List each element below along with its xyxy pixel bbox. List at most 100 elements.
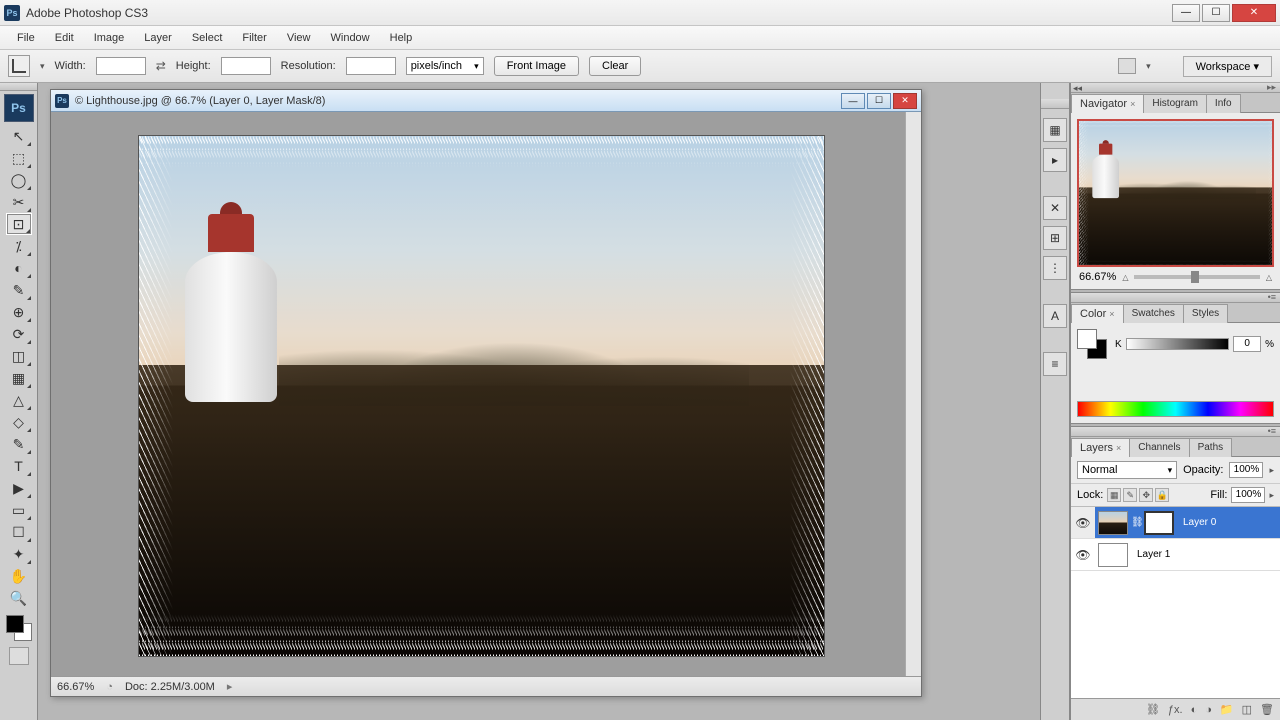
menu-edit[interactable]: Edit <box>46 29 83 47</box>
link-layers-icon[interactable]: ⛓ <box>1146 703 1160 716</box>
document-maximize-button[interactable]: ☐ <box>867 93 891 109</box>
width-input[interactable] <box>96 57 146 75</box>
clone-stamp-tool[interactable]: ⊕ <box>6 301 32 323</box>
pen-tool[interactable]: ✎ <box>6 433 32 455</box>
color-slider[interactable] <box>1126 338 1229 350</box>
resolution-input[interactable] <box>346 57 396 75</box>
dock-icon-4[interactable]: ⊞ <box>1043 226 1067 250</box>
tab-navigator[interactable]: Navigator× <box>1071 94 1144 113</box>
menu-image[interactable]: Image <box>85 29 134 47</box>
document-size-readout[interactable]: Doc: 2.25M/3.00M <box>125 681 215 693</box>
quick-mask-button[interactable] <box>9 647 29 665</box>
swap-dimensions-icon[interactable]: ⇄ <box>156 59 166 73</box>
dock-icon-5[interactable]: ⋮ <box>1043 256 1067 280</box>
color-spectrum[interactable] <box>1077 401 1274 417</box>
layer-mask-thumbnail[interactable] <box>1144 511 1174 535</box>
navigator-zoom-value[interactable]: 66.67% <box>1079 271 1116 283</box>
crop-tool-icon[interactable] <box>8 55 30 77</box>
layer-style-icon[interactable]: ƒx. <box>1168 704 1183 716</box>
resolution-unit-dropdown[interactable]: pixels/inch <box>406 57 484 75</box>
opacity-value[interactable]: 100% <box>1229 462 1263 478</box>
eyedropper-tool[interactable]: ✦ <box>6 543 32 565</box>
navigator-zoom-slider[interactable] <box>1134 275 1259 279</box>
layer-name[interactable]: Layer 1 <box>1131 549 1170 560</box>
tool-preset-arrow[interactable]: ▾ <box>40 61 45 72</box>
document-close-button[interactable]: ✕ <box>893 93 917 109</box>
quick-selection-tool[interactable]: ✂ <box>6 191 32 213</box>
color-panel-swatches[interactable] <box>1077 329 1107 359</box>
history-brush-tool[interactable]: ⟳ <box>6 323 32 345</box>
shape-tool[interactable]: ▭ <box>6 499 32 521</box>
menu-select[interactable]: Select <box>183 29 232 47</box>
menu-help[interactable]: Help <box>381 29 422 47</box>
window-maximize-button[interactable] <box>1202 4 1230 22</box>
slice-tool[interactable]: ⁒ <box>6 235 32 257</box>
document-zoom-readout[interactable]: 66.67% <box>57 681 94 693</box>
window-close-button[interactable] <box>1232 4 1276 22</box>
dock-icon-6[interactable]: A <box>1043 304 1067 328</box>
status-icon[interactable]: ◔ <box>106 681 113 693</box>
delete-layer-icon[interactable]: 🗑 <box>1260 703 1274 716</box>
lock-pixels-icon[interactable]: ✎ <box>1123 488 1137 502</box>
move-tool[interactable]: ↖ <box>6 125 32 147</box>
lock-transparency-icon[interactable]: ▦ <box>1107 488 1121 502</box>
layer-row-1[interactable]: 👁 Layer 1 <box>1071 539 1280 571</box>
layer-visibility-icon[interactable]: 👁 <box>1071 507 1095 538</box>
tab-color[interactable]: Color× <box>1071 304 1124 323</box>
adjustment-layer-icon[interactable]: ◑ <box>1205 704 1212 716</box>
menu-layer[interactable]: Layer <box>135 29 181 47</box>
clear-button[interactable]: Clear <box>589 56 641 76</box>
new-group-icon[interactable]: 📁 <box>1220 703 1234 716</box>
menu-file[interactable]: File <box>8 29 44 47</box>
gradient-tool[interactable]: ▦ <box>6 367 32 389</box>
goto-bridge-icon[interactable] <box>1118 58 1136 74</box>
tab-layers[interactable]: Layers× <box>1071 438 1130 457</box>
dock-icon-3[interactable]: ✕ <box>1043 196 1067 220</box>
lock-position-icon[interactable]: ✥ <box>1139 488 1153 502</box>
navigator-thumbnail[interactable] <box>1077 119 1274 267</box>
color-panel-menu-icon[interactable]: •≡ <box>1268 292 1276 302</box>
layer-mask-icon[interactable]: ◐ <box>1191 704 1198 716</box>
document-title-bar[interactable]: Ps © Lighthouse.jpg @ 66.7% (Layer 0, La… <box>51 90 921 112</box>
lasso-tool[interactable]: ◯ <box>6 169 32 191</box>
tab-styles[interactable]: Styles <box>1183 304 1228 323</box>
path-selection-tool[interactable]: ▶ <box>6 477 32 499</box>
healing-brush-tool[interactable]: ◐ <box>6 257 32 279</box>
document-canvas[interactable] <box>51 112 921 676</box>
layer-name[interactable]: Layer 0 <box>1177 517 1216 528</box>
menu-view[interactable]: View <box>278 29 320 47</box>
layer-thumbnail[interactable] <box>1098 511 1128 535</box>
brush-tool[interactable]: ✎ <box>6 279 32 301</box>
status-arrow-icon[interactable]: ▸ <box>227 680 233 693</box>
dock-icon-7[interactable]: ≡ <box>1043 352 1067 376</box>
height-input[interactable] <box>221 57 271 75</box>
fill-value[interactable]: 100% <box>1231 487 1265 503</box>
blur-tool[interactable]: △ <box>6 389 32 411</box>
tab-info[interactable]: Info <box>1206 94 1241 113</box>
document-minimize-button[interactable]: — <box>841 93 865 109</box>
layer-row-0[interactable]: 👁 ⛓ Layer 0 <box>1071 507 1280 539</box>
color-fg-swatch[interactable] <box>1077 329 1097 349</box>
dock-icon-1[interactable]: ▦ <box>1043 118 1067 142</box>
tab-swatches[interactable]: Swatches <box>1123 304 1184 323</box>
color-swatches[interactable] <box>6 615 32 641</box>
blend-mode-dropdown[interactable]: Normal <box>1077 461 1177 479</box>
tab-paths[interactable]: Paths <box>1189 438 1233 457</box>
tab-histogram[interactable]: Histogram <box>1143 94 1207 113</box>
zoom-out-icon[interactable]: △ <box>1122 273 1128 282</box>
marquee-tool[interactable]: ⬚ <box>6 147 32 169</box>
lock-all-icon[interactable]: 🔒 <box>1155 488 1169 502</box>
menu-filter[interactable]: Filter <box>233 29 275 47</box>
document-vertical-scrollbar[interactable] <box>905 112 921 676</box>
eraser-tool[interactable]: ◫ <box>6 345 32 367</box>
type-tool[interactable]: T <box>6 455 32 477</box>
panel-collapse-icon[interactable]: ▸▸ <box>1267 82 1276 93</box>
workspace-dropdown[interactable]: Workspace <box>1183 56 1272 77</box>
layers-panel-menu-icon[interactable]: •≡ <box>1268 426 1276 436</box>
front-image-button[interactable]: Front Image <box>494 56 579 76</box>
new-layer-icon[interactable]: ◫ <box>1242 703 1252 716</box>
dock-icon-2[interactable]: ▸ <box>1043 148 1067 172</box>
tab-channels[interactable]: Channels <box>1129 438 1189 457</box>
zoom-tool[interactable]: 🔍 <box>6 587 32 609</box>
notes-tool[interactable]: ☐ <box>6 521 32 543</box>
